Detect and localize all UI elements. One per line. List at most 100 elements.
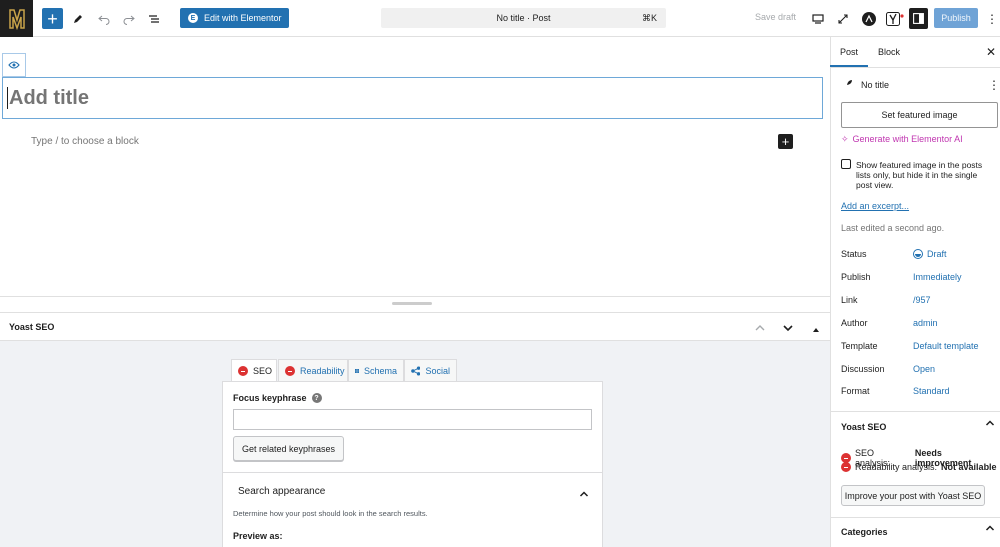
undo-icon: [98, 15, 110, 25]
link-value[interactable]: /957: [913, 295, 931, 305]
undo-button[interactable]: [96, 8, 112, 29]
eye-icon: [8, 61, 20, 69]
tools-button[interactable]: [70, 8, 86, 29]
publish-value[interactable]: Immediately: [913, 272, 962, 282]
focus-keyphrase-label: Focus keyphrase ?: [233, 393, 322, 403]
featured-image-checkbox-label: Show featured image in the posts lists o…: [856, 160, 983, 190]
tab-post[interactable]: Post: [840, 47, 858, 57]
view-post-button[interactable]: [836, 8, 850, 29]
readability-analysis-value: Not available: [941, 462, 997, 472]
status-label: Status: [841, 249, 867, 259]
metabox-resize-handle[interactable]: [392, 302, 432, 305]
document-overview-button[interactable]: [146, 8, 162, 29]
tab-seo-label: SEO: [253, 366, 273, 376]
tab-social-label: Social: [425, 365, 450, 376]
tab-readability[interactable]: Readability: [278, 359, 348, 381]
tab-block[interactable]: Block: [878, 47, 900, 57]
close-icon: ✕: [986, 45, 997, 59]
help-icon[interactable]: ?: [311, 393, 322, 403]
yoast-seo-panel: [222, 381, 603, 547]
set-featured-image-button[interactable]: Set featured image: [841, 102, 998, 128]
yoast-panel-toggle[interactable]: [985, 419, 995, 430]
tab-social[interactable]: Social: [404, 359, 457, 381]
collapse-metabox-button[interactable]: [812, 322, 820, 337]
block-appender-placeholder[interactable]: Type / to choose a block: [31, 136, 139, 147]
readability-analysis-label: Readability analysis:: [855, 462, 938, 472]
edit-with-elementor-button[interactable]: E Edit with Elementor: [180, 8, 289, 28]
add-excerpt-link[interactable]: Add an excerpt...: [841, 201, 909, 211]
post-actions-menu[interactable]: ⋮: [988, 78, 1000, 92]
yoast-toolbar-button[interactable]: [885, 8, 905, 29]
sidebar-icon: [913, 13, 924, 24]
wordpress-logo-icon: [8, 8, 25, 30]
list-view-icon: [149, 14, 159, 23]
redo-button[interactable]: [121, 8, 137, 29]
focus-keyphrase-text: Focus keyphrase: [233, 393, 307, 403]
command-shortcut: ⌘K: [641, 12, 657, 23]
elementor-icon: E: [188, 13, 198, 23]
focus-keyphrase-input[interactable]: [233, 409, 592, 430]
search-appearance-collapse-button[interactable]: [579, 486, 589, 501]
tab-seo[interactable]: SEO: [231, 359, 277, 382]
move-up-button[interactable]: [754, 321, 766, 336]
draft-status-icon: [913, 249, 923, 259]
publish-label: Publish: [841, 272, 871, 282]
status-value-text: Draft: [927, 249, 947, 259]
external-expand-icon: [838, 13, 848, 24]
yoast-panel-title[interactable]: Yoast SEO: [841, 422, 886, 432]
generate-with-ai-link[interactable]: ✧ Generate with Elementor AI: [841, 134, 963, 145]
settings-sidebar-toggle[interactable]: [909, 8, 928, 29]
share-icon: [411, 365, 421, 376]
publish-button[interactable]: Publish: [934, 8, 978, 28]
inline-add-block-button[interactable]: +: [778, 134, 793, 149]
chevron-up-icon: [985, 525, 995, 531]
text-caret: [7, 87, 8, 109]
panel-divider: [223, 472, 602, 473]
get-related-keyphrases-button[interactable]: Get related keyphrases: [233, 436, 344, 461]
command-palette-bar[interactable]: No title · Post ⌘K: [381, 8, 666, 28]
visibility-toggle-button[interactable]: [2, 53, 26, 77]
status-value[interactable]: Draft: [913, 249, 947, 259]
categories-panel-title[interactable]: Categories: [841, 527, 888, 537]
featured-image-checkbox[interactable]: [841, 159, 851, 169]
options-menu-button[interactable]: ⋮: [985, 8, 999, 29]
categories-panel-toggle[interactable]: [985, 524, 995, 535]
tab-schema[interactable]: Schema: [348, 359, 404, 381]
chevron-up-icon: [985, 420, 995, 426]
add-block-button[interactable]: +: [42, 8, 63, 29]
template-label: Template: [841, 341, 878, 351]
move-down-button[interactable]: [782, 321, 794, 336]
template-value[interactable]: Default template: [913, 341, 979, 351]
tabs-divider: [831, 67, 1000, 68]
ai-badge-icon: [861, 11, 876, 26]
preview-as-label: Preview as:: [233, 531, 283, 541]
discussion-label: Discussion: [841, 364, 885, 374]
search-appearance-description: Determine how your post should look in t…: [233, 509, 428, 518]
close-sidebar-button[interactable]: ✕: [986, 45, 996, 59]
yoast-metabox-header: Yoast SEO: [0, 312, 830, 341]
improve-with-yoast-button[interactable]: Improve your post with Yoast SEO: [841, 485, 985, 506]
author-label: Author: [841, 318, 868, 328]
sidebar-divider: [831, 517, 1000, 518]
format-value[interactable]: Standard: [913, 386, 950, 396]
elementor-ai-button[interactable]: [861, 8, 876, 29]
last-edited-text: Last edited a second ago.: [841, 223, 945, 233]
plus-icon: +: [781, 134, 790, 149]
post-title-input[interactable]: Add title: [2, 77, 823, 119]
feather-pen-icon: [844, 80, 852, 89]
more-vertical-icon: ⋮: [986, 11, 998, 26]
author-value[interactable]: admin: [913, 318, 938, 328]
format-label: Format: [841, 386, 870, 396]
sparkle-icon: ✧: [841, 134, 849, 144]
site-logo-button[interactable]: [0, 0, 33, 37]
top-toolbar: + E Edit with Elementor No title · Post …: [0, 0, 1000, 37]
metabox-divider: [0, 296, 830, 297]
tab-schema-label: Schema: [363, 365, 397, 376]
preview-button[interactable]: [811, 8, 825, 29]
discussion-value[interactable]: Open: [913, 364, 935, 374]
search-appearance-toggle[interactable]: Search appearance: [238, 486, 325, 497]
desktop-icon: [812, 13, 824, 24]
save-draft-button[interactable]: Save draft: [755, 12, 796, 22]
redo-icon: [123, 15, 135, 25]
tab-readability-label: Readability: [300, 365, 345, 376]
